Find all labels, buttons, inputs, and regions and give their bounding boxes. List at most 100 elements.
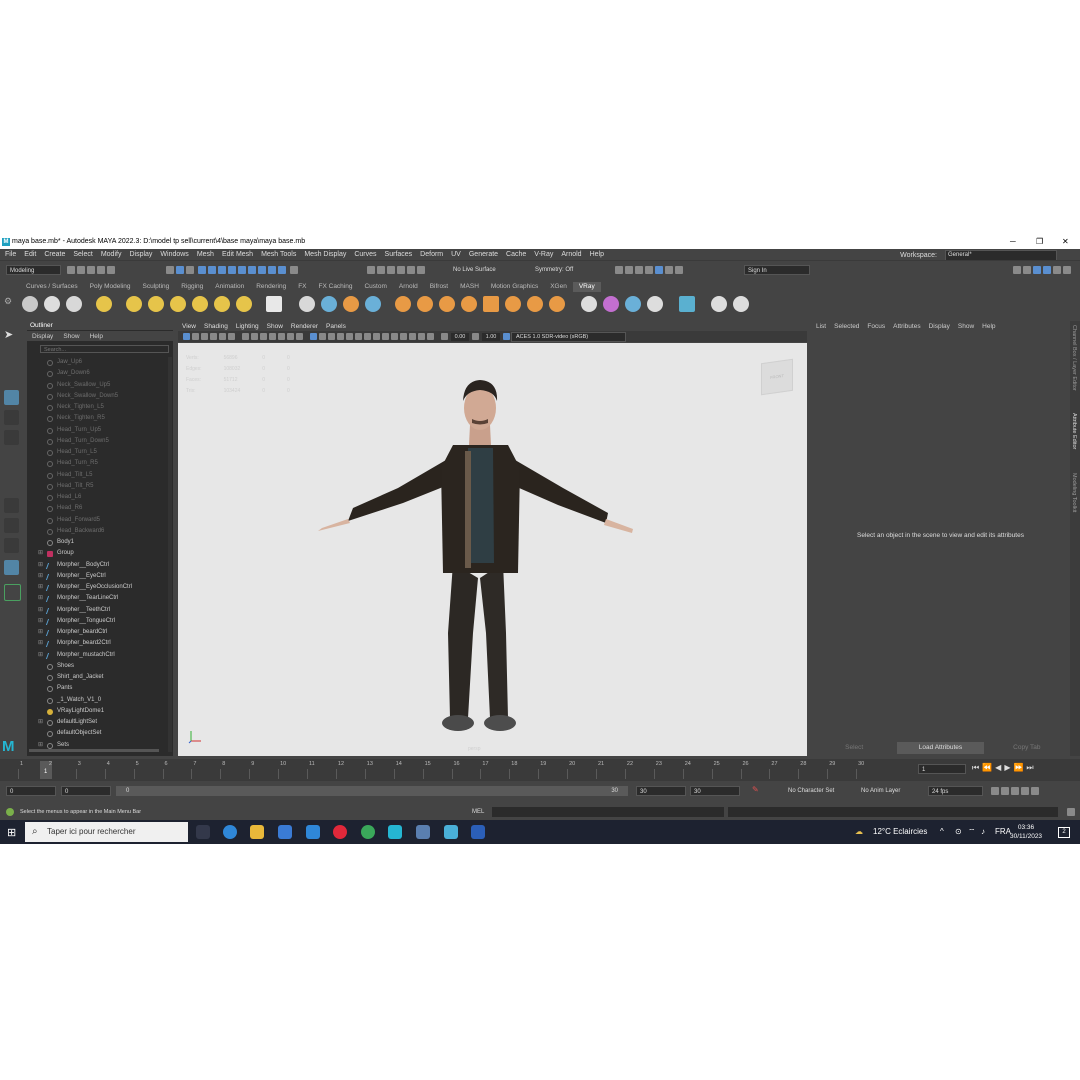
outliner-item[interactable]: _1_Watch_V1_0	[27, 695, 167, 706]
opera-icon[interactable]	[333, 825, 347, 839]
tab-attribute-editor[interactable]: Attribute Editor	[1071, 413, 1077, 449]
expand-toggle-icon[interactable]: ⊞	[38, 571, 43, 582]
shelf-tab-poly-modeling[interactable]: Poly Modeling	[84, 282, 137, 292]
menu-mesh-tools[interactable]: Mesh Tools	[261, 251, 296, 258]
menu-select[interactable]: Select	[73, 251, 92, 258]
menu-windows[interactable]: Windows	[160, 251, 188, 258]
menu-file[interactable]: File	[5, 251, 16, 258]
vray-swatches-shelf-icon[interactable]	[624, 296, 641, 312]
lock-selection-icon[interactable]	[289, 266, 298, 274]
shelf-tab-motion-graphics[interactable]: Motion Graphics	[485, 282, 544, 292]
outliner-item[interactable]: Head_Turn_R5	[27, 458, 167, 469]
vray-texture-shelf-icon[interactable]	[483, 296, 500, 312]
vray-sphere-light-shelf-icon[interactable]	[169, 296, 186, 312]
shelf-tab-arnold[interactable]: Arnold	[393, 282, 424, 292]
menu-deform[interactable]: Deform	[420, 251, 443, 258]
viewport-menu-shading[interactable]: Shading	[204, 323, 228, 330]
loop-icon[interactable]	[991, 787, 999, 795]
viewport[interactable]: Verts: 56896 0 0 Edges: 108032 0 0 Faces: 51712 0 0…	[178, 343, 807, 756]
expand-toggle-icon[interactable]: ⊞	[38, 593, 43, 604]
motion-blur-icon[interactable]	[373, 333, 380, 340]
shadows-icon[interactable]	[355, 333, 362, 340]
current-frame-field[interactable]: 1	[918, 764, 966, 774]
anti-aliasing-icon[interactable]	[382, 333, 389, 340]
weather-text[interactable]: 12°C Eclaircies	[873, 827, 927, 836]
outliner-item[interactable]: Head_Turn_Down5	[27, 436, 167, 447]
expand-toggle-icon[interactable]: ⊞	[38, 560, 43, 571]
outliner-item[interactable]: ⊞ Morpher_beardCtrl	[27, 627, 167, 638]
vray-displacement-shelf-icon[interactable]	[505, 296, 522, 312]
security-icon[interactable]	[416, 825, 430, 839]
load-attributes-button[interactable]: Load Attributes	[897, 742, 984, 754]
shelf-settings-icon[interactable]: ⚙	[4, 296, 14, 314]
live-surface-field[interactable]: No Live Surface	[450, 265, 520, 275]
wifi-icon[interactable]: ⌔	[968, 827, 976, 837]
playback-controls[interactable]: ⏮⏪◀▶⏩⏭	[972, 763, 1037, 773]
vray-uvw-shelf-icon[interactable]	[527, 296, 544, 312]
viewport-menu-renderer[interactable]: Renderer	[291, 323, 318, 330]
select-component-icon[interactable]	[186, 266, 194, 274]
menu-mesh-display[interactable]: Mesh Display	[304, 251, 346, 258]
outliner-item[interactable]: Head_Tilt_R5	[27, 481, 167, 492]
outliner-item[interactable]: Shoes	[27, 661, 167, 672]
exposure-field[interactable]: 0.00	[451, 332, 469, 341]
pause-icon[interactable]	[675, 266, 683, 274]
menu-cache[interactable]: Cache	[506, 251, 526, 258]
vray-mesh-light-shelf-icon[interactable]	[191, 296, 208, 312]
mask-icon-2[interactable]	[207, 266, 216, 274]
viewport-menu-view[interactable]: View	[182, 323, 196, 330]
outliner-item[interactable]: Body1	[27, 537, 167, 548]
vray-logo-shelf-icon[interactable]	[732, 296, 749, 312]
vray-material-shelf-icon[interactable]	[395, 296, 412, 312]
script-language-toggle[interactable]: MEL	[472, 809, 484, 815]
grease-pencil-icon[interactable]	[228, 333, 235, 340]
bookmark-icon[interactable]	[201, 333, 208, 340]
outliner-item[interactable]: ⊞ Morpher__BodyCtrl	[27, 560, 167, 571]
safe-title-icon[interactable]	[296, 333, 303, 340]
depth-of-field-icon[interactable]	[391, 333, 398, 340]
vray-tools-shelf-icon[interactable]	[580, 296, 597, 312]
mask-icon-8[interactable]	[267, 266, 276, 274]
sign-in-button[interactable]: Sign In	[744, 265, 810, 275]
menu-edit-mesh[interactable]: Edit Mesh	[222, 251, 253, 258]
ipr-render-icon[interactable]	[625, 266, 633, 274]
vray-docs-shelf-icon[interactable]	[710, 296, 727, 312]
snap-point-icon[interactable]	[387, 266, 395, 274]
render-settings-icon[interactable]	[635, 266, 643, 274]
system-clock[interactable]: 03:36 30/11/2023	[1010, 823, 1042, 841]
attr-menu-list[interactable]: List	[816, 323, 826, 330]
word-icon[interactable]	[471, 825, 485, 839]
camera-attributes-icon[interactable]	[192, 333, 199, 340]
outliner-item[interactable]: Jaw_Up6	[27, 357, 167, 368]
vray-nodes-shelf-icon[interactable]	[678, 296, 695, 312]
outliner-item[interactable]: Neck_Tighten_R5	[27, 413, 167, 424]
outliner-item[interactable]: defaultObjectSet	[27, 728, 167, 739]
scene-start-field[interactable]: 0	[6, 786, 56, 796]
undo-icon[interactable]	[97, 266, 105, 274]
character-set-dropdown[interactable]: No Character Set	[788, 786, 834, 796]
tray-chevron-icon[interactable]: ^	[940, 827, 944, 836]
outliner-menu-help[interactable]: Help	[90, 333, 103, 340]
mail-icon[interactable]	[306, 825, 320, 839]
shelf-tab-xgen[interactable]: XGen	[544, 282, 573, 292]
new-scene-icon[interactable]	[67, 266, 75, 274]
vray-sun-shelf-icon[interactable]	[235, 296, 252, 312]
outliner-item[interactable]: Pants	[27, 683, 167, 694]
xray-icon[interactable]	[409, 333, 416, 340]
select-object-icon[interactable]	[176, 266, 184, 274]
vray-scene-shelf-icon[interactable]	[321, 296, 338, 312]
vray-light-shelf-icon[interactable]	[95, 296, 112, 312]
resolution-gate-icon[interactable]	[260, 333, 267, 340]
command-input[interactable]	[492, 807, 724, 817]
hypershade-icon[interactable]	[645, 266, 653, 274]
color-management-icon[interactable]	[503, 333, 510, 340]
menu-generate[interactable]: Generate	[469, 251, 498, 258]
layout-icon-1[interactable]	[1013, 266, 1021, 274]
shelf-tab-rigging[interactable]: Rigging	[175, 282, 209, 292]
save-scene-icon[interactable]	[87, 266, 95, 274]
outliner-menu-display[interactable]: Display	[32, 333, 53, 340]
outliner-item[interactable]: Head_Backward6	[27, 526, 167, 537]
layout-icon-3[interactable]	[1033, 266, 1041, 274]
maya-taskbar-icon[interactable]	[388, 825, 402, 839]
outliner-layout-icon[interactable]	[4, 560, 19, 575]
